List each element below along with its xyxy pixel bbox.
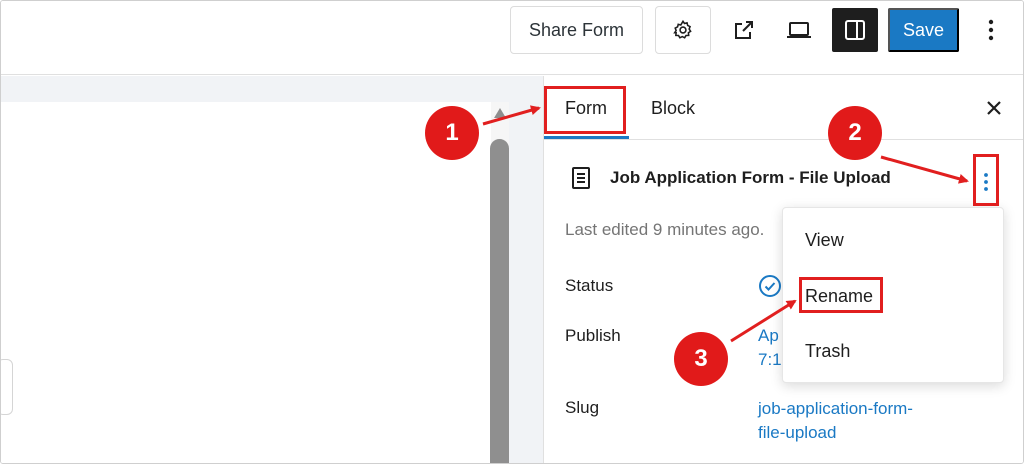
slug-link[interactable]: job-application-form- file-upload (758, 397, 913, 445)
last-edited-text: Last edited 9 minutes ago. (565, 220, 765, 239)
menu-item-view[interactable]: View (805, 230, 844, 251)
slug-line2: file-upload (758, 423, 837, 442)
share-form-button[interactable]: Share Form (510, 6, 643, 54)
slug-label: Slug (565, 398, 600, 417)
settings-sidebar-toggle[interactable] (832, 8, 878, 52)
active-tab-indicator (544, 136, 629, 139)
preview-button[interactable] (777, 6, 821, 54)
highlight-form-tab (544, 86, 626, 134)
step-badge-3: 3 (674, 332, 728, 386)
publish-date-line1: Ap (758, 326, 779, 345)
document-icon (572, 167, 590, 189)
canvas-page[interactable] (1, 102, 491, 463)
menu-item-trash[interactable]: Trash (805, 341, 850, 362)
slug-line1: job-application-form- (758, 399, 913, 418)
step-badge-2: 2 (828, 106, 882, 160)
publish-date-line2: 7:1 (758, 350, 782, 369)
save-button[interactable]: Save (888, 8, 959, 52)
gear-icon (673, 19, 692, 39)
external-link-icon (735, 21, 753, 39)
close-sidebar-button[interactable] (976, 90, 1012, 126)
status-label: Status (565, 276, 614, 295)
published-check-icon[interactable] (758, 274, 782, 298)
canvas-handle[interactable] (1, 359, 13, 415)
publish-date-link[interactable]: Ap 7:1 (758, 324, 782, 372)
sidebar-toggle-icon (845, 20, 865, 40)
view-post-button[interactable] (722, 6, 766, 54)
tab-block[interactable]: Block (634, 76, 712, 140)
form-title: Job Application Form - File Upload (610, 168, 891, 187)
options-button[interactable] (971, 8, 1011, 52)
highlight-actions-button (973, 154, 999, 206)
settings-button[interactable] (655, 6, 711, 54)
close-icon (987, 101, 1001, 115)
highlight-rename-item (799, 277, 883, 313)
top-toolbar: Share Form Save (1, 1, 1023, 75)
scrollbar-up-arrow[interactable] (494, 108, 506, 118)
more-vertical-icon (988, 19, 994, 41)
publish-label: Publish (565, 326, 621, 345)
app-window: Share Form Save Form Block Job Applicati… (0, 0, 1024, 464)
laptop-preview-icon (787, 22, 811, 38)
step-badge-1: 1 (425, 106, 479, 160)
scrollbar-thumb[interactable] (490, 139, 509, 463)
